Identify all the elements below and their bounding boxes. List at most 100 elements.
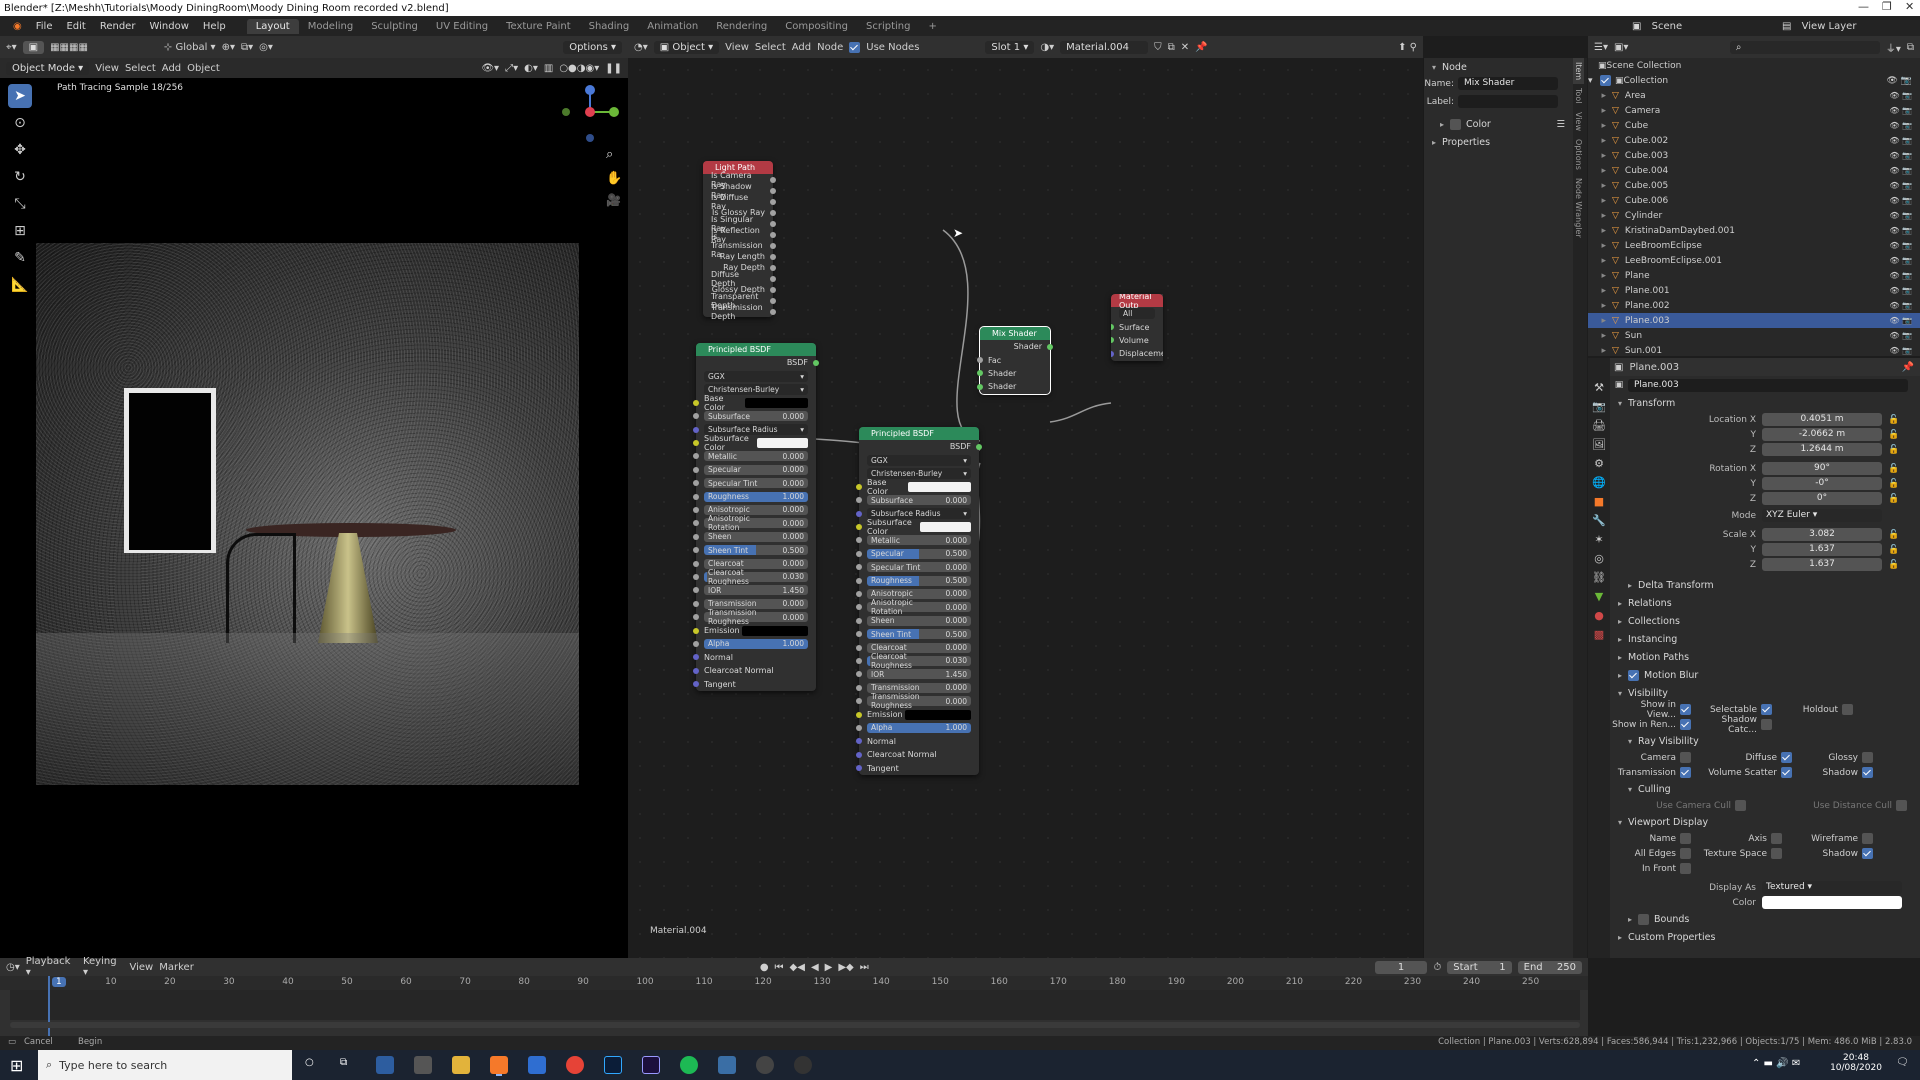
- gizmo-neg-z-axis[interactable]: [586, 134, 594, 142]
- light-path-output-socket[interactable]: [770, 209, 776, 216]
- expand-arrow-icon[interactable]: ▸: [1588, 136, 1612, 146]
- location-x-field[interactable]: 0.4051 m: [1762, 413, 1882, 426]
- world-tab-icon[interactable]: 🌐: [1588, 473, 1610, 492]
- rotation-y-lock-icon[interactable]: 🔓: [1888, 479, 1899, 489]
- bsdf2-input-socket[interactable]: [856, 631, 862, 638]
- bsdf2-input-socket[interactable]: [856, 617, 862, 624]
- outliner-item[interactable]: ▸ ▽ LeeBroomEclipse.001 👁 📷: [1588, 253, 1920, 268]
- expand-arrow-icon[interactable]: ▸: [1588, 301, 1612, 311]
- gizmo-y-axis[interactable]: [609, 107, 619, 117]
- outliner-item[interactable]: ▸ ▽ Sun.001 👁 📷: [1588, 343, 1920, 358]
- bsdf1-input-slider[interactable]: Transmission Roughness 0.000: [704, 608, 808, 626]
- node-menu-view[interactable]: View: [725, 42, 749, 53]
- end-frame-field[interactable]: End 250: [1517, 960, 1582, 974]
- bsdf1-input-socket[interactable]: [693, 533, 699, 540]
- shadow-catcher-checkbox[interactable]: [1761, 719, 1772, 730]
- bsdf1-input-socket[interactable]: [693, 547, 699, 554]
- mo-displacement-socket[interactable]: [1111, 350, 1114, 357]
- workspace-tab-scripting[interactable]: Scripting: [857, 19, 919, 34]
- bsdf2-input-socket[interactable]: [856, 765, 862, 772]
- next-keyframe-icon[interactable]: ▶◆: [838, 962, 853, 973]
- sidebar-tab-options[interactable]: Options: [1573, 135, 1584, 174]
- bsdf1-input-slider[interactable]: Clearcoat Roughness 0.030: [704, 568, 808, 586]
- bsdf2-input-socket[interactable]: [856, 751, 862, 758]
- outliner-item[interactable]: ▸ ▽ Cube.004 👁 📷: [1588, 163, 1920, 178]
- bsdf1-color-swatch[interactable]: [742, 625, 808, 636]
- sidebar-tab-item[interactable]: Item: [1573, 58, 1584, 85]
- bsdf2-color-swatch[interactable]: [907, 481, 971, 492]
- menu-help[interactable]: Help: [196, 21, 233, 32]
- light-path-output-socket[interactable]: [770, 187, 776, 194]
- bsdf1-input-socket[interactable]: [693, 667, 699, 674]
- bsdf2-input-socket[interactable]: [856, 604, 862, 611]
- jump-start-icon[interactable]: ⏮: [775, 962, 784, 973]
- rotation-mode-dropdown[interactable]: XYZ Euler ▾: [1762, 509, 1882, 522]
- outliner-visibility-icons[interactable]: 👁 📷: [1889, 241, 1912, 250]
- select-tool-icon[interactable]: ➤: [8, 84, 32, 108]
- sidebar-tab-tool[interactable]: Tool: [1573, 84, 1584, 108]
- outliner-item[interactable]: ▸ ▽ Plane.003 👁 📷: [1588, 313, 1920, 328]
- node-editor-type-icon[interactable]: ◔▾: [634, 42, 648, 53]
- outliner-item[interactable]: ▸ ▽ Area 👁 📷: [1588, 88, 1920, 103]
- bsdf1-input-slider[interactable]: Specular 0.000: [704, 464, 808, 475]
- workspace-tab-sculpting[interactable]: Sculpting: [362, 19, 427, 34]
- ray-shadow-checkbox[interactable]: [1862, 767, 1873, 778]
- material-output-target-dropdown[interactable]: All: [1119, 308, 1155, 320]
- timeline-scrollbar[interactable]: [10, 1022, 1580, 1028]
- expand-arrow-icon[interactable]: ▸: [1588, 166, 1612, 176]
- bsdf1-input-socket[interactable]: [693, 506, 699, 513]
- bsdf1-input-socket[interactable]: [693, 413, 699, 420]
- light-path-output-socket[interactable]: [770, 242, 776, 249]
- node-menu-node[interactable]: Node: [817, 42, 843, 53]
- menu-file[interactable]: File: [29, 21, 60, 32]
- use-distance-cull-checkbox[interactable]: [1896, 800, 1907, 811]
- bsdf2-input-slider[interactable]: Metallic 0.000: [867, 535, 971, 546]
- pin-icon[interactable]: 📌: [1195, 42, 1207, 53]
- outliner-collection[interactable]: ▾ ▣ Collection 👁 📷: [1588, 73, 1920, 88]
- view-layer-tab-icon[interactable]: 🖼: [1588, 435, 1610, 454]
- scene-selector[interactable]: ▣ Scene: [1625, 21, 1696, 32]
- bsdf1-input-slider[interactable]: Alpha 1.000: [704, 638, 808, 649]
- transform-section-header[interactable]: ▾ Transform: [1610, 394, 1920, 412]
- output-tab-icon[interactable]: 🖨: [1588, 416, 1610, 435]
- add-workspace-icon[interactable]: +: [919, 19, 945, 34]
- bsdf2-input-slider[interactable]: Specular 0.500: [867, 548, 971, 559]
- cortana-icon[interactable]: ○: [305, 1057, 314, 1068]
- outliner-item[interactable]: ▸ ▽ Sun 👁 📷: [1588, 328, 1920, 343]
- bsdf2-input-socket[interactable]: [856, 564, 862, 571]
- outliner-item[interactable]: ▸ ▽ Cube.003 👁 📷: [1588, 148, 1920, 163]
- bsdf2-input-socket[interactable]: [856, 738, 862, 745]
- object-mode-dropdown[interactable]: Object Mode ▾: [6, 61, 90, 75]
- photoshop-icon[interactable]: [604, 1056, 622, 1074]
- principled-bsdf-node-1[interactable]: Principled BSDF BSDF GGX ▾ Christensen-Bu…: [693, 343, 819, 691]
- gizmo-icon[interactable]: ⤢▾: [505, 63, 518, 74]
- outliner-visibility-icons[interactable]: 👁 📷: [1889, 301, 1912, 310]
- bsdf2-output-socket[interactable]: [976, 443, 982, 450]
- bsdf1-output-socket[interactable]: [813, 359, 819, 366]
- gizmo-neg-y-axis[interactable]: [562, 108, 570, 116]
- light-path-output-socket[interactable]: [770, 286, 776, 293]
- bsdf1-color-swatch[interactable]: [756, 438, 808, 449]
- gizmo-z-axis[interactable]: [585, 85, 595, 95]
- relations-header[interactable]: ▸ Relations: [1610, 594, 1920, 612]
- bsdf2-input-slider[interactable]: Sheen 0.000: [867, 615, 971, 626]
- rotation-x-lock-icon[interactable]: 🔓: [1888, 464, 1899, 474]
- bsdf1-input-socket[interactable]: [693, 627, 699, 634]
- ray-diffuse-checkbox[interactable]: [1781, 752, 1792, 763]
- expand-arrow-icon[interactable]: ▸: [1588, 91, 1612, 101]
- minimize-icon[interactable]: —: [1858, 0, 1869, 13]
- outliner-visibility-icons[interactable]: 👁 📷: [1889, 136, 1912, 145]
- holdout-checkbox[interactable]: [1842, 704, 1853, 715]
- premiere-icon[interactable]: [642, 1056, 660, 1074]
- node-color-checkbox[interactable]: [1450, 118, 1462, 130]
- bsdf1-input-socket[interactable]: [693, 640, 699, 647]
- ray-volume-scatter-checkbox[interactable]: [1781, 767, 1792, 778]
- ray-visibility-header[interactable]: ▾ Ray Visibility: [1610, 732, 1920, 750]
- play-reverse-icon[interactable]: ◀: [811, 962, 819, 973]
- physics-tab-icon[interactable]: ◎: [1588, 549, 1610, 568]
- mo-volume-socket[interactable]: [1111, 337, 1114, 344]
- editor-type-icon[interactable]: ⌖▾: [6, 42, 17, 53]
- preview-range-icon[interactable]: ⏱: [1433, 962, 1441, 973]
- workspace-tab-animation[interactable]: Animation: [638, 19, 707, 34]
- outliner-display-mode-icon[interactable]: ▣▾: [1614, 42, 1628, 53]
